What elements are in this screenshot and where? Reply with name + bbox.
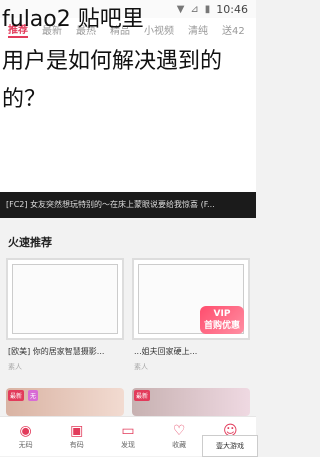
tv-icon: ▭ [121, 422, 135, 439]
nav-favorites[interactable]: ♡ 收藏 [157, 424, 201, 450]
nav-label: 收藏 [172, 440, 187, 449]
heart-icon: ♡ [172, 422, 186, 439]
section-title: 火速推荐 [8, 236, 52, 249]
card-subtitle: 素人 [8, 363, 22, 371]
tab-more[interactable]: 送42 [222, 22, 245, 37]
video-card[interactable] [6, 258, 124, 340]
watermark-text: 壹大游戏 [216, 442, 244, 450]
banner-title: [FC2] 女友突然想玩特别的～在床上蒙眼说要给我惊喜 (F... [6, 200, 215, 209]
video-thumbnail[interactable]: 最新 [132, 388, 250, 416]
nav-label: 无码 [18, 440, 33, 449]
content-area [0, 40, 256, 192]
new-badge: 最新 [134, 390, 151, 401]
vip-promo-badge[interactable]: VIP 首购优惠 [200, 306, 244, 334]
nav-label: 发现 [120, 440, 135, 449]
video-banner[interactable]: [FC2] 女友突然想玩特别的～在床上蒙眼说要给我惊喜 (F... [0, 192, 256, 218]
nav-label: 有码 [69, 440, 84, 449]
video-card[interactable]: VIP 首购优惠 [132, 258, 250, 340]
status-bar: ▼ ⊿ ▮ 10:46 [0, 0, 256, 18]
tab-short-video[interactable]: 小视频 [144, 22, 174, 37]
card-subtitle: 素人 [134, 363, 148, 371]
nav-uncensored[interactable]: ◉ 无码 [4, 424, 48, 450]
watermark: 壹大游戏 [202, 435, 258, 457]
vip-label: VIP 首购优惠 [203, 309, 240, 331]
nav-censored[interactable]: ▣ 有码 [55, 424, 99, 450]
nav-discover[interactable]: ▭ 发现 [106, 424, 150, 450]
battery-icon: ▮ [204, 3, 211, 15]
tab-recommend[interactable]: 推荐 [8, 21, 28, 38]
signal-icon: ▼ [176, 3, 185, 15]
tab-latest[interactable]: 最新 [42, 22, 62, 37]
uncensored-badge: 无 [28, 390, 39, 401]
status-time: 10:46 [216, 2, 248, 16]
tab-pure[interactable]: 清纯 [188, 22, 208, 37]
video-thumbnail[interactable]: 最新 无 [6, 388, 124, 416]
card-title: [欧美] 你的居家智慧摄影... [8, 347, 105, 356]
tab-featured[interactable]: 精品 [110, 22, 130, 37]
tab-hot[interactable]: 最热 [76, 22, 96, 37]
video-thumbnail [12, 264, 118, 334]
shield-icon: ◉ [19, 422, 32, 439]
wifi-icon: ⊿ [190, 3, 199, 15]
card-title: ...姐夫回家硬上... [134, 347, 198, 356]
new-badge: 最新 [8, 390, 25, 401]
hd-icon: ▣ [70, 422, 84, 439]
category-tabs: 推荐 最新 最热 精品 小视频 清纯 送42 [0, 18, 256, 40]
